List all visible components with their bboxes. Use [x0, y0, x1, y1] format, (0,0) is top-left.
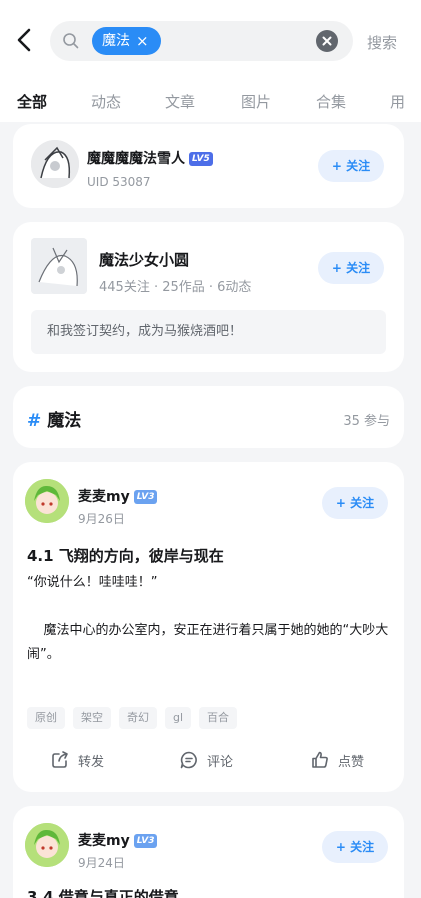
tab-all[interactable]: 全部: [17, 91, 47, 112]
comment-icon: [180, 751, 197, 769]
user-uid: UID 53087: [87, 175, 151, 189]
search-input[interactable]: 魔法 ×: [50, 21, 353, 61]
post-card[interactable]: 麦麦my LV3 9月26日 + 关注 4.1 飞翔的方向，彼岸与现在 “你说什么…: [13, 462, 404, 792]
share-label: 转发: [78, 754, 105, 770]
back-arrow-icon[interactable]: [14, 26, 36, 54]
avatar[interactable]: [25, 479, 69, 523]
avatar[interactable]: [31, 238, 87, 294]
clear-search-button[interactable]: [316, 30, 338, 52]
comment-label: 评论: [207, 754, 234, 770]
author-avatar-illustration: [25, 823, 69, 867]
topic-card[interactable]: # 魔法 35 参与: [13, 386, 404, 448]
topic-title: # 魔法: [27, 406, 81, 431]
tab-dynamics[interactable]: 动态: [91, 91, 121, 112]
tab-images[interactable]: 图片: [241, 91, 271, 112]
post-date: 9月26日: [78, 512, 125, 526]
share-button[interactable]: 转发: [50, 750, 104, 770]
author-avatar-illustration: [25, 479, 69, 523]
top-bar: 魔法 × 搜索: [0, 0, 421, 76]
level-badge: LV3: [133, 490, 158, 504]
post-title[interactable]: 3.4 借意与真正的借意: [27, 886, 179, 898]
tag[interactable]: gl: [165, 707, 192, 729]
tab-collections[interactable]: 合集: [316, 91, 346, 112]
tag[interactable]: 奇幻: [119, 707, 157, 729]
post-actions: 转发 评论 点赞: [13, 750, 404, 776]
tag[interactable]: 原创: [27, 707, 65, 729]
user-card[interactable]: 魔魔魔魔法雪人 LV5 UID 53087 + 关注: [13, 124, 404, 208]
author-name: 麦麦my: [78, 489, 130, 505]
level-badge: LV5: [189, 152, 213, 166]
tab-users[interactable]: 用: [390, 91, 405, 112]
post-tags: 原创 架空 奇幻 gl 百合: [27, 707, 238, 729]
user-avatar-illustration: [31, 140, 79, 188]
topic-participants: 35 参与: [343, 414, 390, 429]
user-name: 魔魔魔魔法雪人: [87, 151, 185, 167]
user-signature: 和我签订契约，成为马猴烧酒吧！: [31, 310, 386, 354]
author-name-row: 麦麦my LV3: [78, 486, 158, 506]
thumbs-up-icon: [312, 751, 328, 768]
comment-button[interactable]: 评论: [179, 750, 233, 770]
avatar[interactable]: [31, 140, 79, 188]
follow-button[interactable]: + 关注: [322, 831, 388, 863]
user-name: 魔法少女小圆: [99, 251, 190, 269]
search-icon: [63, 33, 79, 49]
tag[interactable]: 百合: [199, 707, 238, 729]
post-card[interactable]: 麦麦my LV3 9月24日 + 关注 3.4 借意与真正的借意: [13, 806, 404, 898]
post-excerpt-paragraph: 魔法中心的办公室内，安正在进行着只属于她的她的“大吵大闹”。: [27, 623, 389, 662]
like-label: 点赞: [338, 754, 365, 770]
follow-button[interactable]: + 关注: [318, 252, 384, 284]
post-date: 9月24日: [78, 856, 125, 870]
level-badge: LV3: [133, 834, 158, 848]
hashtag-icon: #: [27, 411, 42, 431]
user-card[interactable]: 魔法少女小圆 445关注 · 25作品 · 6动态 + 关注 和我签订契约，成为…: [13, 222, 404, 372]
user-name-row: 魔魔魔魔法雪人 LV5: [87, 148, 213, 168]
post-title[interactable]: 4.1 飞翔的方向，彼岸与现在: [27, 545, 224, 566]
avatar[interactable]: [25, 823, 69, 867]
tag[interactable]: 架空: [73, 707, 111, 729]
chip-close-icon[interactable]: ×: [136, 27, 149, 55]
post-excerpt-line: “你说什么！哇哇哇！”: [27, 575, 158, 590]
author-name-row: 麦麦my LV3: [78, 830, 158, 850]
follow-button[interactable]: + 关注: [322, 487, 388, 519]
search-keyword-chip[interactable]: 魔法 ×: [92, 27, 161, 55]
share-icon: [52, 751, 68, 768]
close-icon: [322, 36, 332, 46]
search-keyword-label: 魔法: [102, 33, 130, 49]
user-stats: 445关注 · 25作品 · 6动态: [99, 280, 252, 295]
result-tabs: 全部 动态 文章 图片 合集 用: [0, 76, 421, 122]
search-button[interactable]: 搜索: [367, 32, 397, 53]
user-avatar-illustration: [31, 238, 87, 294]
like-button[interactable]: 点赞: [310, 750, 364, 770]
tab-articles[interactable]: 文章: [165, 91, 195, 112]
author-name: 麦麦my: [78, 833, 130, 849]
follow-button[interactable]: + 关注: [318, 150, 384, 182]
topic-name: 魔法: [47, 411, 82, 431]
